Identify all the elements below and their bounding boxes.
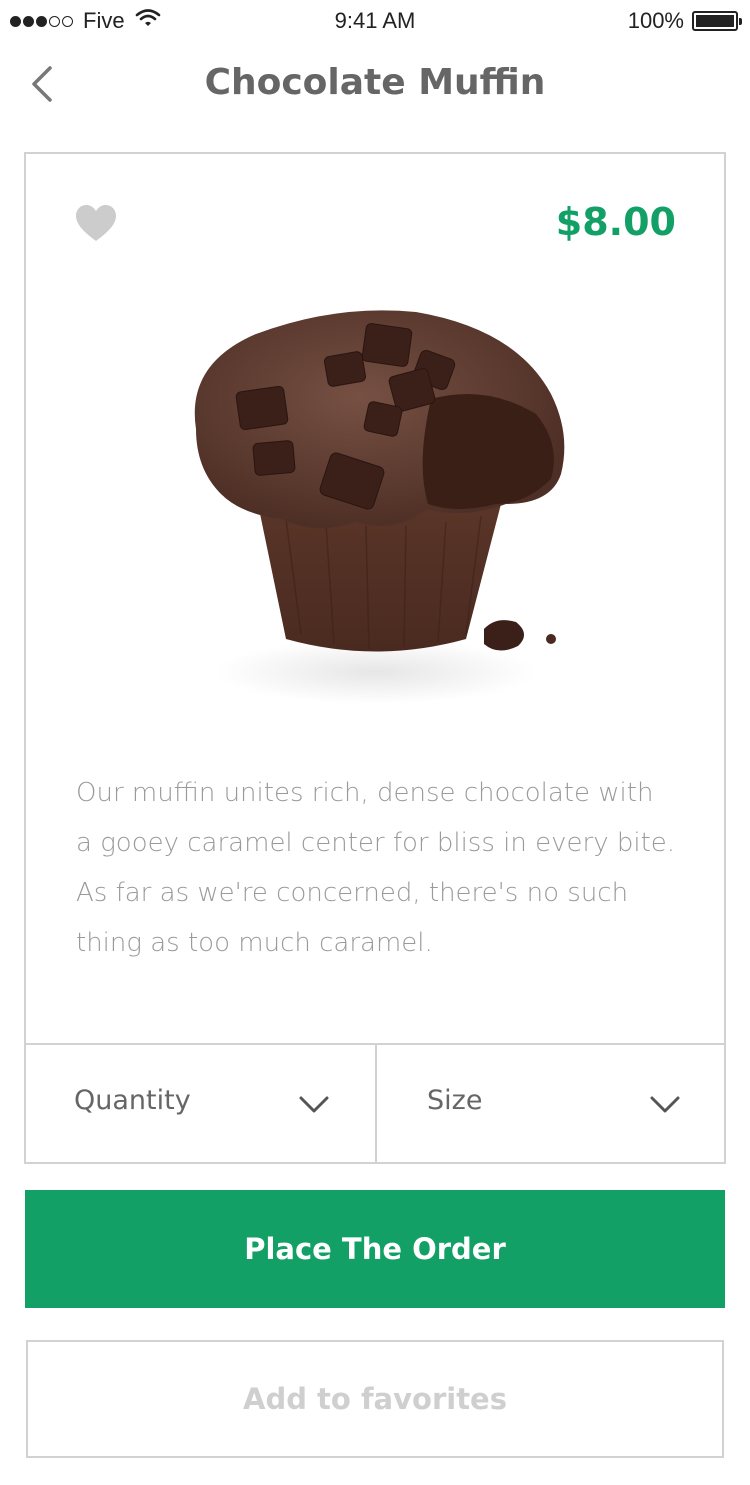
product-image [166,304,586,714]
add-to-favorites-button[interactable]: Add to favorites [26,1340,724,1458]
chevron-down-icon [299,1096,329,1113]
product-detail-screen: Five 9:41 AM 100% Chocolate Muffin $8.00… [0,0,750,1485]
favorite-toggle[interactable] [74,204,118,242]
description-line: As far as we're concerned, there's no su… [76,878,629,908]
product-description: Our muffin unites rich, dense chocolate … [76,768,676,968]
status-bar: Five 9:41 AM 100% [0,0,750,40]
battery-percent: 100% [627,8,684,33]
heart-icon [76,205,116,241]
battery-fill [696,15,734,27]
quantity-label: Quantity [74,1085,191,1116]
description-line: a gooey caramel center for bliss in ever… [76,828,676,858]
battery-icon [692,11,742,31]
place-order-button[interactable]: Place The Order [25,1190,725,1308]
chevron-down-icon [650,1096,680,1113]
option-selectors: Quantity Size [24,1043,726,1164]
size-dropdown[interactable]: Size [375,1045,726,1164]
page-title: Chocolate Muffin [204,62,546,103]
product-price: $8.00 [555,200,676,244]
product-card: $8.00 Our muffin unites rich, dense choc… [24,152,726,1164]
chocolate-muffin-photo [194,310,565,704]
battery-tip [739,18,742,25]
description-line: Our muffin unites rich, dense chocolate … [76,778,654,808]
nav-bar: Chocolate Muffin [0,50,750,120]
quantity-dropdown[interactable]: Quantity [24,1045,375,1164]
description-line: thing as too much caramel. [76,928,433,958]
status-right: 100% [627,8,742,34]
size-label: Size [427,1085,483,1116]
